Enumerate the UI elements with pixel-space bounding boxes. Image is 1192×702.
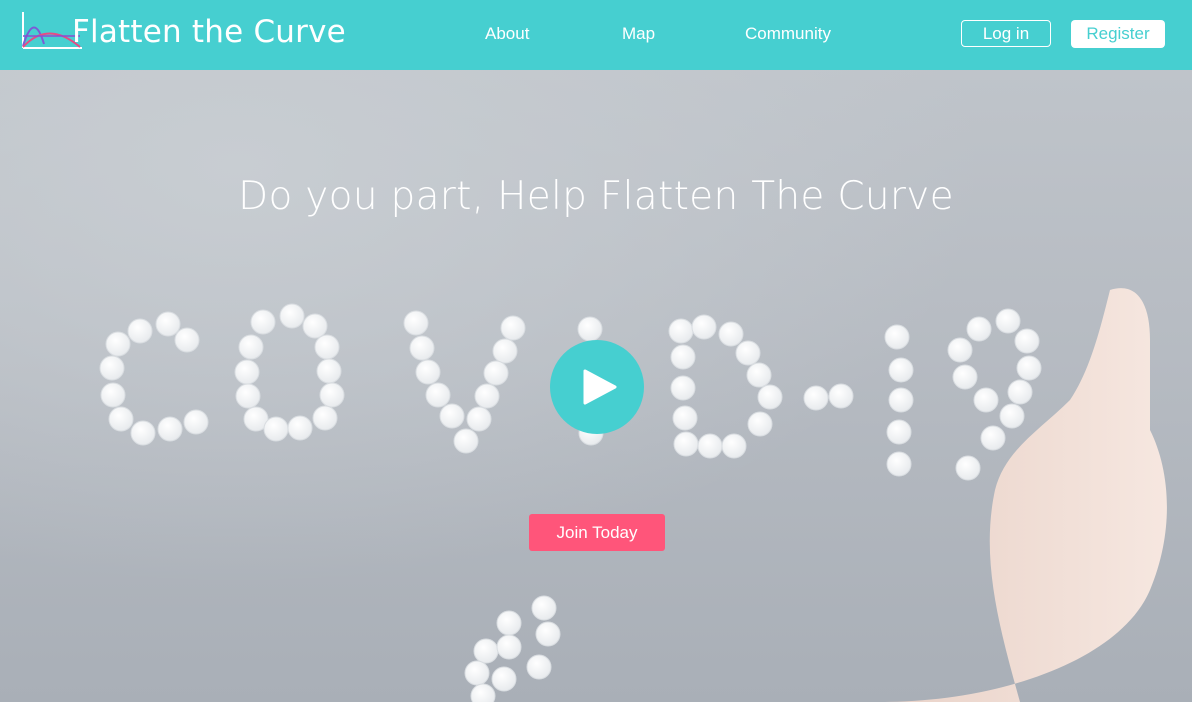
register-button[interactable]: Register <box>1071 20 1165 48</box>
play-video-button[interactable] <box>550 340 644 434</box>
brand-name: Flatten the Curve <box>72 14 346 50</box>
nav-link-map[interactable]: Map <box>622 24 655 44</box>
top-navbar: Flatten the Curve About Map Community Lo… <box>0 0 1192 70</box>
nav-link-about[interactable]: About <box>485 24 529 44</box>
hero-video-section: Do you part, Help Flatten The Curve Join… <box>0 70 1192 702</box>
brand-logo-link[interactable]: Flatten the Curve <box>20 10 346 54</box>
nav-link-community[interactable]: Community <box>745 24 831 44</box>
hero-headline: Do you part, Help Flatten The Curve <box>238 174 954 219</box>
login-button[interactable]: Log in <box>961 20 1051 47</box>
play-icon <box>583 369 617 405</box>
join-today-button[interactable]: Join Today <box>529 514 665 551</box>
